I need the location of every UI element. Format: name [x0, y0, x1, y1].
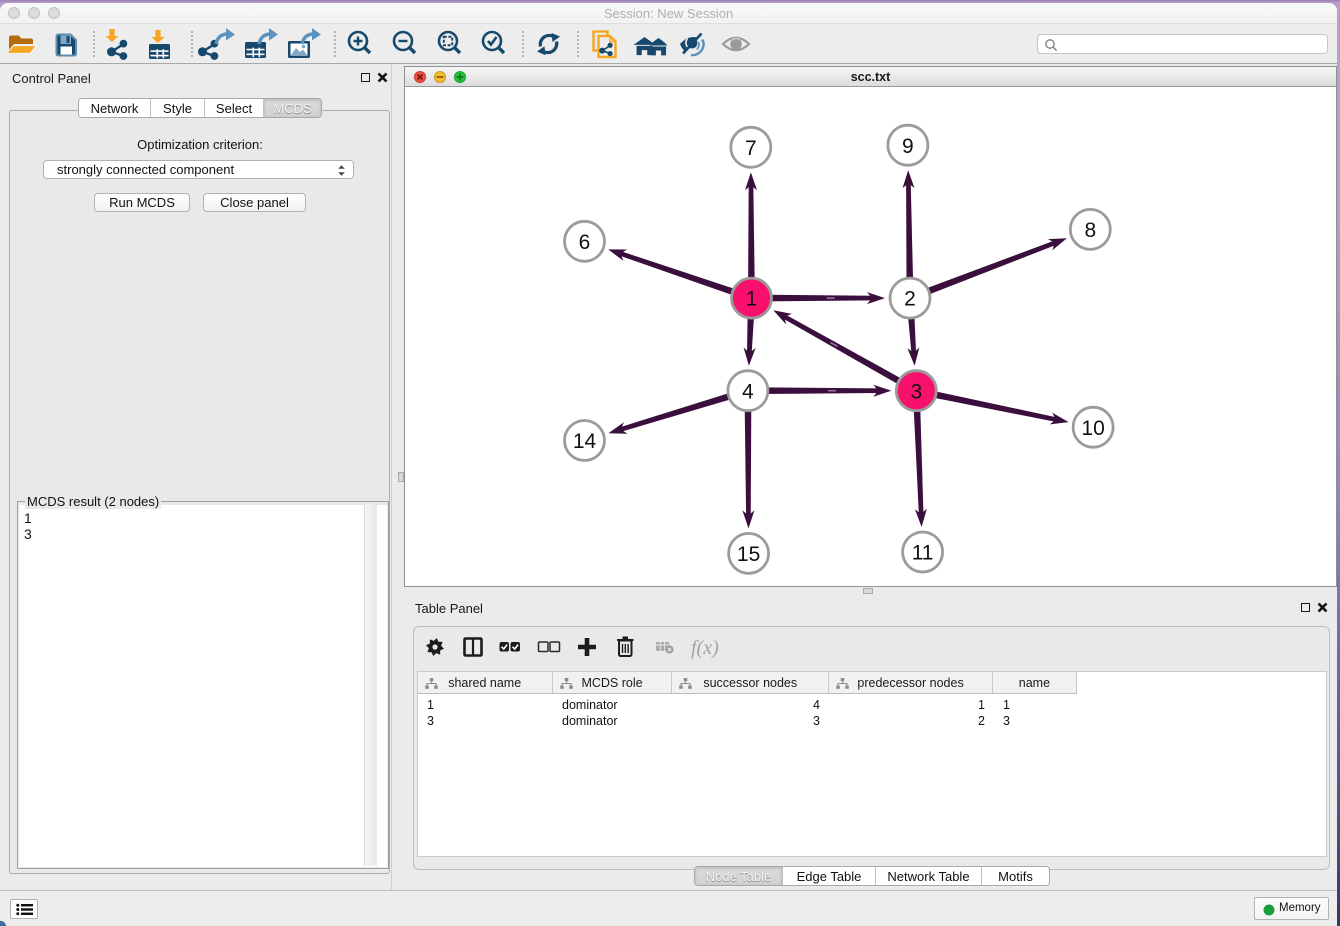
svg-text:2: 2: [904, 288, 916, 311]
svg-text:3: 3: [910, 380, 922, 403]
svg-text:7: 7: [745, 137, 757, 160]
svg-text:f(x): f(x): [691, 637, 719, 659]
svg-text:9: 9: [902, 135, 914, 158]
svg-text:14: 14: [573, 430, 597, 453]
svg-text:6: 6: [579, 231, 591, 254]
svg-text:11: 11: [912, 542, 934, 565]
svg-text:10: 10: [1081, 417, 1104, 440]
svg-text:8: 8: [1084, 219, 1096, 242]
svg-text:4: 4: [742, 380, 754, 403]
svg-text:15: 15: [737, 543, 760, 566]
svg-text:1: 1: [746, 288, 758, 311]
